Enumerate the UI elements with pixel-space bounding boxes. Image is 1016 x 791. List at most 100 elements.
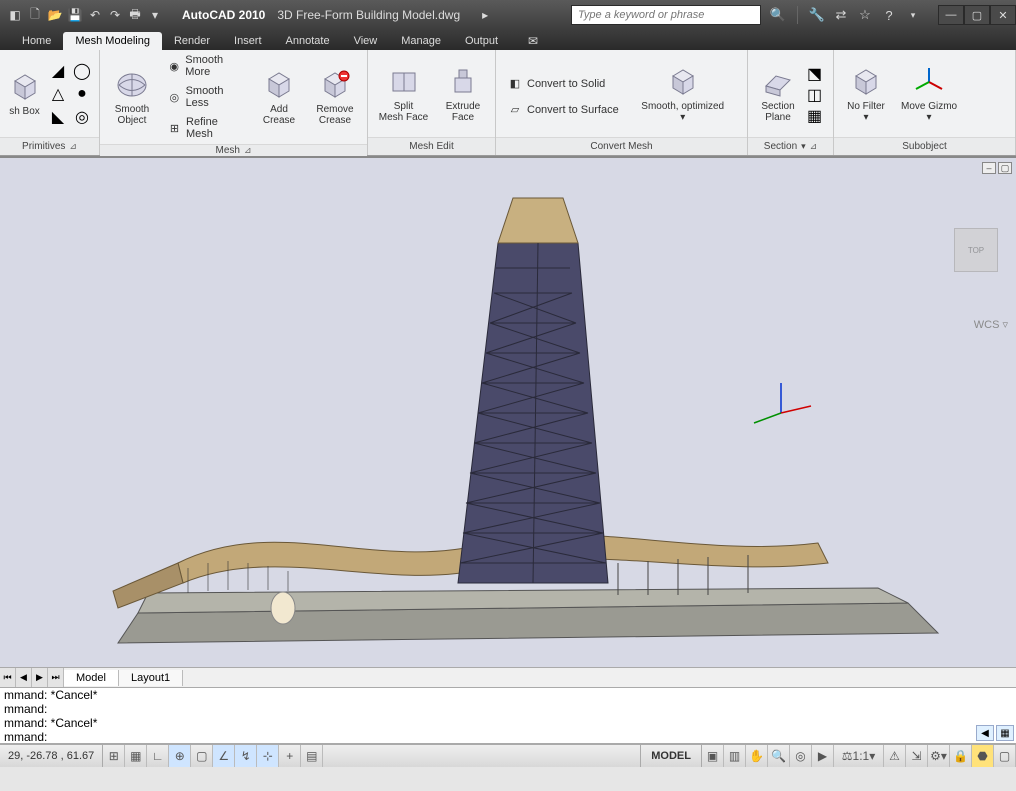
mesh-pyramid-icon[interactable]: △: [47, 83, 69, 105]
showmotion-icon[interactable]: ▶: [812, 745, 834, 767]
tab-output[interactable]: Output: [453, 32, 510, 50]
help-dropdown-icon[interactable]: ▾: [904, 6, 922, 24]
polar-toggle[interactable]: ⊕: [169, 745, 191, 767]
dyn-toggle[interactable]: ⊹: [257, 745, 279, 767]
exchange-icon[interactable]: ⇄: [832, 6, 850, 24]
annotation-scale[interactable]: ⚖ 1:1▾: [834, 745, 884, 767]
cmd-scroll-left-icon[interactable]: ◀: [976, 725, 994, 741]
ortho-toggle[interactable]: ∟: [147, 745, 169, 767]
panel-expand-icon[interactable]: ⊿: [244, 145, 252, 156]
move-gizmo-button[interactable]: Move Gizmo▾: [896, 62, 962, 126]
undo-icon[interactable]: ↶: [86, 6, 104, 24]
mesh-cylinder-icon[interactable]: ◯: [71, 60, 93, 82]
workspace-switch-icon[interactable]: ⚙▾: [928, 745, 950, 767]
key-icon[interactable]: 🔧: [808, 6, 826, 24]
add-crease-button[interactable]: Add Crease: [253, 65, 305, 129]
mesh-torus-icon[interactable]: ◎: [71, 106, 93, 128]
help-search[interactable]: [571, 5, 761, 25]
annotation-autoscale-icon[interactable]: ⇲: [906, 745, 928, 767]
quick-view-drawings-icon[interactable]: ▥: [724, 745, 746, 767]
command-prompt-line[interactable]: mmand:: [4, 730, 1012, 744]
split-mesh-face-button[interactable]: Split Mesh Face: [374, 62, 433, 126]
tab-prev-icon[interactable]: ◀: [16, 668, 32, 687]
tab-next-icon[interactable]: ▶: [32, 668, 48, 687]
no-filter-button[interactable]: No Filter▾: [840, 62, 892, 126]
grid-toggle[interactable]: ▦: [125, 745, 147, 767]
mesh-cone-icon[interactable]: ◢: [47, 60, 69, 82]
remove-crease-button[interactable]: Remove Crease: [309, 65, 361, 129]
smooth-more-button[interactable]: ◉Smooth More: [162, 52, 249, 80]
panel-expand-icon[interactable]: ⊿: [810, 141, 818, 152]
annotation-visibility-icon[interactable]: ⚠: [884, 745, 906, 767]
viewport-minimize-icon[interactable]: –: [982, 162, 996, 174]
hardware-accel-icon[interactable]: ⬣: [972, 745, 994, 767]
steering-wheel-icon[interactable]: ◎: [790, 745, 812, 767]
print-icon[interactable]: 🖶: [126, 6, 144, 24]
lwt-toggle[interactable]: +: [279, 745, 301, 767]
convert-to-surface-button[interactable]: ▱Convert to Surface: [502, 100, 624, 120]
extrude-face-button[interactable]: Extrude Face: [437, 62, 489, 126]
tab-manage[interactable]: Manage: [389, 32, 453, 50]
new-icon[interactable]: 🗋: [26, 6, 44, 24]
no-filter-icon: [849, 65, 883, 99]
mesh-sphere-icon[interactable]: ●: [71, 83, 93, 105]
ducs-toggle[interactable]: ↯: [235, 745, 257, 767]
tab-mesh-modeling[interactable]: Mesh Modeling: [63, 32, 162, 50]
mesh-box-button[interactable]: sh Box: [6, 67, 43, 120]
wcs-label[interactable]: WCS ▿: [974, 318, 1008, 331]
section-gen-icon[interactable]: ▦: [806, 105, 826, 125]
app-menu-icon[interactable]: ◧: [6, 6, 24, 24]
mesh-wedge-icon[interactable]: ◣: [47, 106, 69, 128]
convert-to-solid-button[interactable]: ◧Convert to Solid: [502, 74, 624, 94]
smooth-less-button[interactable]: ◎Smooth Less: [162, 83, 249, 111]
section-jog-icon[interactable]: ⬔: [806, 63, 826, 83]
refine-mesh-button[interactable]: ⊞Refine Mesh: [162, 114, 249, 142]
close-button[interactable]: ✕: [990, 5, 1016, 25]
tab-annotate[interactable]: Annotate: [274, 32, 342, 50]
osnap-toggle[interactable]: ▢: [191, 745, 213, 767]
refine-mesh-icon: ⊞: [167, 120, 182, 136]
model-space-indicator[interactable]: MODEL: [640, 745, 702, 767]
binoculars-icon[interactable]: 🔍: [769, 6, 787, 24]
tab-view[interactable]: View: [342, 32, 390, 50]
section-live-icon[interactable]: ◫: [806, 84, 826, 104]
section-plane-icon: [761, 65, 795, 99]
quick-view-layouts-icon[interactable]: ▣: [702, 745, 724, 767]
layout-tab-model[interactable]: Model: [64, 670, 119, 686]
section-plane-button[interactable]: Section Plane: [754, 62, 802, 126]
otrack-toggle[interactable]: ∠: [213, 745, 235, 767]
open-icon[interactable]: 📂: [46, 6, 64, 24]
maximize-button[interactable]: ▢: [964, 5, 990, 25]
drawing-viewport[interactable]: – ▢ TOP WCS ▿: [0, 156, 1016, 667]
tab-insert[interactable]: Insert: [222, 32, 274, 50]
command-line[interactable]: mmand: *Cancel* mmand: mmand: *Cancel* m…: [0, 688, 1016, 744]
pan-icon[interactable]: ✋: [746, 745, 768, 767]
layout-tab-layout1[interactable]: Layout1: [119, 670, 183, 686]
qat-dropdown-icon[interactable]: ▾: [146, 6, 164, 24]
viewport-maximize-icon[interactable]: ▢: [998, 162, 1012, 174]
tab-home[interactable]: Home: [10, 32, 63, 50]
redo-icon[interactable]: ↷: [106, 6, 124, 24]
view-cube[interactable]: TOP: [954, 228, 998, 272]
favorite-icon[interactable]: ☆: [856, 6, 874, 24]
infocenter-icon[interactable]: ✉: [522, 32, 544, 50]
toolbar-lock-icon[interactable]: 🔒: [950, 745, 972, 767]
panel-expand-icon[interactable]: ⊿: [69, 141, 77, 152]
minimize-button[interactable]: —: [938, 5, 964, 25]
panel-label: Mesh: [216, 145, 240, 156]
clean-screen-icon[interactable]: ▢: [994, 745, 1016, 767]
tab-last-icon[interactable]: ⏭: [48, 668, 64, 687]
save-icon[interactable]: 💾: [66, 6, 84, 24]
search-input[interactable]: [571, 5, 761, 25]
help-icon[interactable]: ?: [880, 6, 898, 24]
smooth-object-button[interactable]: Smooth Object: [106, 65, 158, 129]
coordinate-readout[interactable]: 29, -26.78 , 61.67: [0, 745, 103, 767]
zoom-icon[interactable]: 🔍: [768, 745, 790, 767]
qp-toggle[interactable]: ▤: [301, 745, 323, 767]
snap-toggle[interactable]: ⊞: [103, 745, 125, 767]
tab-render[interactable]: Render: [162, 32, 222, 50]
smooth-optimized-button[interactable]: Smooth, optimized▾: [628, 62, 738, 126]
command-history-line: mmand: *Cancel*: [4, 688, 1012, 702]
cmd-scroll-right-icon[interactable]: ▦: [996, 725, 1014, 741]
tab-first-icon[interactable]: ⏮: [0, 668, 16, 687]
